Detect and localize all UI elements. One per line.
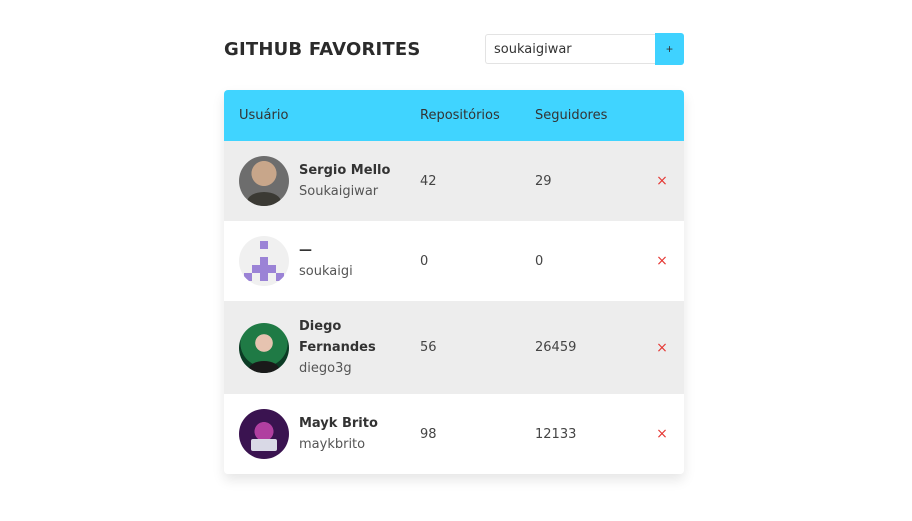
table-header: Usuário Repositórios Seguidores [224, 90, 684, 141]
followers-count: 12133 [535, 426, 577, 442]
close-icon: × [656, 253, 668, 269]
identicon-pixel [260, 257, 268, 265]
table-row: Mayk Brito maykbrito 98 12133 × [224, 394, 684, 474]
column-header-followers: Seguidores [535, 108, 608, 123]
user-name: Sergio Mello [299, 163, 391, 178]
table-row: Sergio Mello Soukaigiwar 42 29 × [224, 141, 684, 221]
identicon-pixel [252, 265, 276, 273]
close-icon: × [656, 339, 668, 356]
remove-button[interactable]: × [640, 173, 684, 189]
repositories-count: 56 [420, 340, 437, 355]
identicon-pixel [276, 273, 284, 281]
search-input[interactable] [485, 34, 655, 64]
identicon-pixel [244, 273, 252, 281]
plus-icon: + [665, 42, 673, 56]
column-header-repositories: Repositórios [420, 108, 500, 123]
avatar [239, 156, 289, 206]
identicon-pixel [260, 241, 268, 249]
repositories-count: 98 [420, 426, 437, 442]
avatar [239, 409, 289, 459]
user-name: Diego Fernandes [299, 319, 376, 355]
add-favorite-button[interactable]: + [655, 33, 684, 65]
remove-button[interactable]: × [640, 340, 684, 356]
search-form: + [485, 33, 684, 65]
followers-count: 26459 [535, 340, 577, 355]
user-name: — [299, 243, 312, 258]
user-cell: Diego Fernandes diego3g [224, 316, 420, 379]
remove-button[interactable]: × [640, 426, 684, 442]
identicon-pixel [260, 273, 268, 281]
user-cell: Sergio Mello Soukaigiwar [224, 156, 420, 206]
followers-count: 0 [535, 253, 544, 269]
favorites-table: Usuário Repositórios Seguidores Sergio M… [224, 90, 684, 474]
page-title: GITHUB FAVORITES [224, 38, 421, 60]
user-login: diego3g [299, 361, 352, 376]
user-info: Sergio Mello Soukaigiwar [299, 160, 390, 202]
user-cell: Mayk Brito maykbrito [224, 409, 420, 459]
user-cell: — soukaigi [224, 236, 420, 286]
repositories-count: 42 [420, 173, 437, 189]
user-name: Mayk Brito [299, 416, 378, 431]
user-login: Soukaigiwar [299, 184, 379, 199]
user-login: maykbrito [299, 437, 366, 452]
app: GITHUB FAVORITES + Usuário Repositórios … [224, 33, 684, 474]
repositories-count: 0 [420, 253, 429, 269]
followers-count: 29 [535, 173, 552, 189]
user-login: soukaigi [299, 264, 353, 279]
table-row: Diego Fernandes diego3g 56 26459 × [224, 301, 684, 394]
column-header-user: Usuário [239, 108, 289, 123]
user-info: Diego Fernandes diego3g [299, 316, 379, 379]
remove-button[interactable]: × [640, 253, 684, 269]
close-icon: × [656, 426, 668, 442]
avatar [239, 322, 289, 373]
avatar [239, 236, 289, 286]
user-info: Mayk Brito maykbrito [299, 413, 378, 455]
table-row: — soukaigi 0 0 × [224, 221, 684, 301]
close-icon: × [656, 173, 668, 189]
header: GITHUB FAVORITES + [224, 33, 684, 65]
user-info: — soukaigi [299, 240, 353, 282]
